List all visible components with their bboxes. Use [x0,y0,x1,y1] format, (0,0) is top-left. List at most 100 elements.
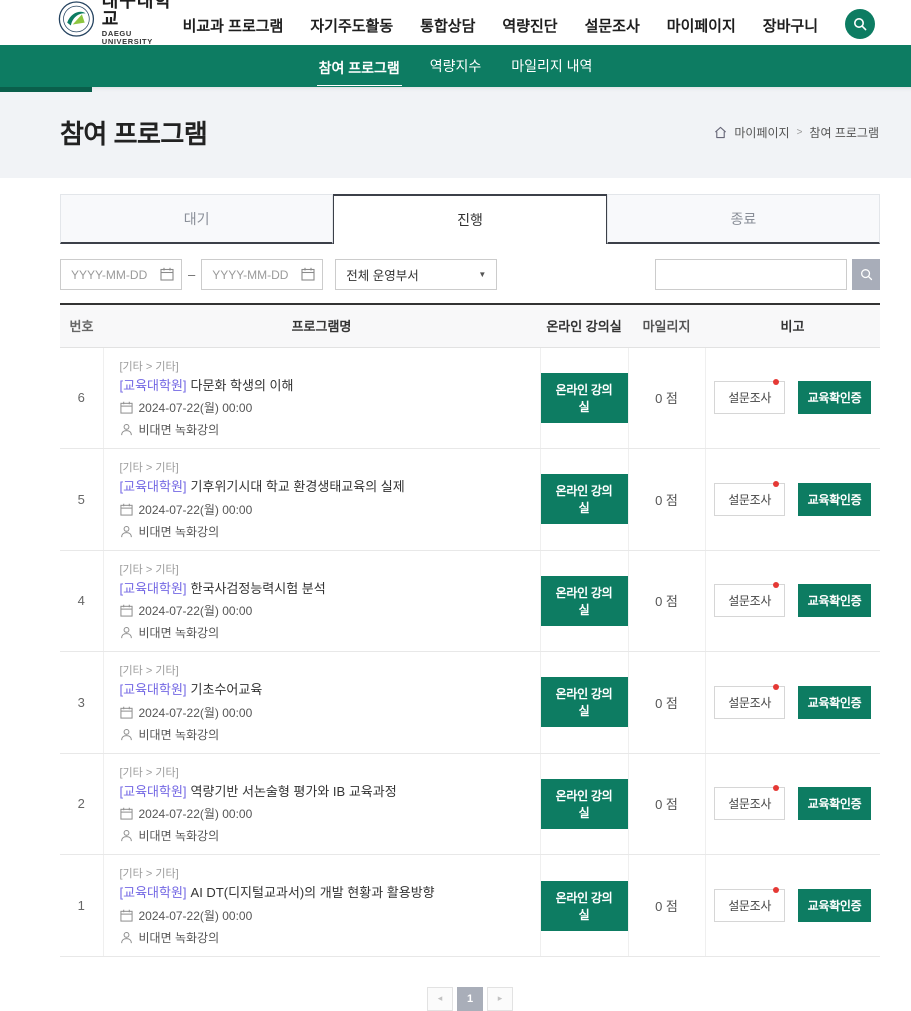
calendar-icon [120,706,133,719]
end-date-field [201,259,323,290]
topnav-item-mypage[interactable]: 마이페이지 [667,15,736,36]
tab-ended[interactable]: 종료 [607,194,880,244]
program-title-link[interactable]: 기후위기시대 학교 환경생태교육의 실제 [191,479,405,494]
program-title-link[interactable]: 다문화 학생의 이해 [191,378,294,393]
certificate-button[interactable]: 교육확인증 [798,381,872,414]
end-date-input[interactable] [201,259,323,290]
topnav-item-cart[interactable]: 장바구니 [763,15,818,36]
person-icon [120,423,133,436]
breadcrumb-current[interactable]: 참여 프로그램 [809,124,879,141]
table-search-button[interactable] [852,259,880,290]
row-number: 3 [60,652,103,754]
survey-button[interactable]: 설문조사 [714,787,785,820]
status-tabs: 대기 진행 종료 [60,194,880,244]
online-classroom-button[interactable]: 온라인 강의실 [541,779,628,829]
pagination: ◂ 1 ▸ [60,987,880,1011]
start-date-input[interactable] [60,259,182,290]
program-title-link[interactable]: 역량기반 서논술형 평가와 IB 교육과정 [191,784,397,799]
tab-ongoing[interactable]: 진행 [333,194,606,244]
program-dept-link[interactable]: [교육대학원] [120,581,187,596]
online-classroom-button[interactable]: 온라인 강의실 [541,474,628,524]
survey-button[interactable]: 설문조사 [714,483,785,516]
subnav-item-participation-programs[interactable]: 참여 프로그램 [317,54,402,86]
program-table: 번호 프로그램명 온라인 강의실 마일리지 비고 6 [기타 > 기타] [교육… [60,303,880,957]
program-dept-link[interactable]: [교육대학원] [120,682,187,697]
calendar-icon [120,909,133,922]
online-classroom-button[interactable]: 온라인 강의실 [541,881,628,931]
certificate-button[interactable]: 교육확인증 [798,686,872,719]
online-classroom-button[interactable]: 온라인 강의실 [541,373,628,423]
department-select-value: 전체 운영부서 [346,265,418,284]
person-icon [120,829,133,842]
tab-waiting[interactable]: 대기 [60,194,333,244]
program-category: [기타 > 기타] [120,865,524,881]
table-row: 2 [기타 > 기타] [교육대학원]역량기반 서논술형 평가와 IB 교육과정… [60,753,880,855]
mileage-value: 0 점 [628,753,705,855]
row-number: 6 [60,347,103,449]
program-category: [기타 > 기타] [120,459,524,475]
table-row: 6 [기타 > 기타] [교육대학원]다문화 학생의 이해 2024-07-22… [60,347,880,449]
mileage-value: 0 점 [628,347,705,449]
mileage-value: 0 점 [628,449,705,551]
topnav-item-competency[interactable]: 역량진단 [502,15,557,36]
certificate-button[interactable]: 교육확인증 [798,483,872,516]
logo-english-text: DAEGU UNIVERSITY [102,30,183,45]
program-title-link[interactable]: 한국사검정능력시험 분석 [191,581,326,596]
program-method: 비대면 녹화강의 [139,421,220,438]
program-dept-link[interactable]: [교육대학원] [120,885,187,900]
topnav-item-programs[interactable]: 비교과 프로그램 [183,15,284,36]
sub-navigation-bar: 참여 프로그램 역량지수 마일리지 내역 [0,45,911,87]
program-date: 2024-07-22(월) 00:00 [139,602,253,619]
person-icon [120,626,133,639]
survey-button[interactable]: 설문조사 [714,889,785,922]
person-icon [120,728,133,741]
green-bar-corner-accent [0,87,92,92]
certificate-button[interactable]: 교육확인증 [798,889,872,922]
calendar-icon [120,604,133,617]
program-title-link[interactable]: 기초수어교육 [191,682,263,697]
search-icon [860,268,873,281]
subnav-item-mileage-history[interactable]: 마일리지 내역 [509,52,594,80]
search-icon [853,17,867,31]
page-title: 참여 프로그램 [60,114,207,151]
keyword-search-input[interactable] [655,259,847,290]
program-dept-link[interactable]: [교육대학원] [120,378,187,393]
calendar-icon [120,503,133,516]
pagination-prev-button[interactable]: ◂ [427,987,453,1011]
program-dept-link[interactable]: [교육대학원] [120,784,187,799]
program-date: 2024-07-22(월) 00:00 [139,805,253,822]
program-method: 비대면 녹화강의 [139,624,220,641]
survey-button[interactable]: 설문조사 [714,584,785,617]
survey-button[interactable]: 설문조사 [714,686,785,719]
row-number: 4 [60,550,103,652]
online-classroom-button[interactable]: 온라인 강의실 [541,677,628,727]
certificate-button[interactable]: 교육확인증 [798,584,872,617]
breadcrumb-mypage[interactable]: 마이페이지 [734,124,789,141]
pagination-next-button[interactable]: ▸ [487,987,513,1011]
survey-button[interactable]: 설문조사 [714,381,785,414]
program-method: 비대면 녹화강의 [139,827,220,844]
notification-dot-icon [773,481,779,487]
certificate-button[interactable]: 교육확인증 [798,787,872,820]
topnav-item-counseling[interactable]: 통합상담 [420,15,475,36]
header-program-name: 프로그램명 [103,304,540,347]
pagination-page-1[interactable]: 1 [457,987,483,1011]
subnav-item-competency-index[interactable]: 역량지수 [428,52,484,80]
program-method: 비대면 녹화강의 [139,929,220,946]
program-title-link[interactable]: AI DT(디지털교과서)의 개발 현황과 활용방향 [191,885,435,900]
topnav-item-self-directed[interactable]: 자기주도활동 [310,15,393,36]
header-search-button[interactable] [845,9,875,39]
header-mileage: 마일리지 [628,304,705,347]
department-select[interactable]: 전체 운영부서 ▼ [335,259,497,290]
start-date-field [60,259,182,290]
row-number: 5 [60,449,103,551]
program-date: 2024-07-22(월) 00:00 [139,399,253,416]
date-range-separator: – [188,267,195,282]
online-classroom-button[interactable]: 온라인 강의실 [541,576,628,626]
program-method: 비대면 녹화강의 [139,726,220,743]
row-number: 1 [60,855,103,957]
program-dept-link[interactable]: [교육대학원] [120,479,187,494]
university-logo[interactable]: 대구대학교 DAEGU UNIVERSITY [58,0,183,45]
topnav-item-survey[interactable]: 설문조사 [585,15,640,36]
home-icon[interactable] [714,126,727,139]
